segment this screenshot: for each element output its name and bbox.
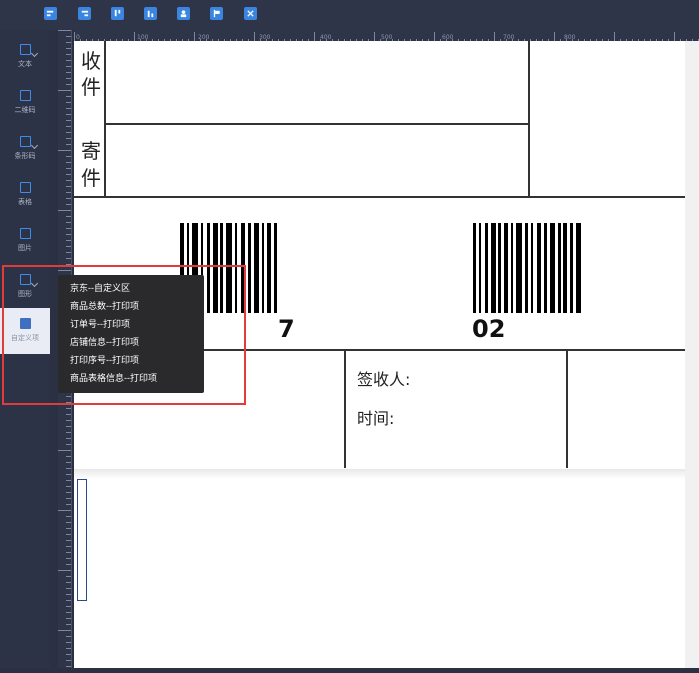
ruler-label: 700: [503, 34, 515, 41]
barcode-icon: [19, 136, 31, 147]
barcode-bar: [248, 223, 251, 313]
time-label: 时间:: [357, 409, 395, 428]
barcode-bar: [267, 223, 271, 313]
sender-label-2: 件: [81, 166, 101, 190]
person-icon[interactable]: [177, 7, 190, 20]
sidebar-item-qrcode[interactable]: 二维码: [0, 86, 50, 130]
selected-element-outline[interactable]: [77, 479, 87, 601]
vertical-scrollbar[interactable]: [685, 41, 699, 668]
barcode-bar: [504, 223, 508, 313]
divider: [105, 123, 529, 125]
barcode-bar: [511, 223, 513, 313]
qrcode-icon: [19, 90, 31, 101]
close-icon[interactable]: [244, 7, 257, 20]
sidebar-item-label: 二维码: [14, 107, 36, 114]
sidebar-item-label: 图片: [18, 245, 32, 252]
ruler-label: 0: [76, 34, 80, 41]
ruler-label: 300: [259, 34, 271, 41]
barcode-bar: [531, 223, 533, 313]
sidebar-item-barcode[interactable]: 条形码: [0, 132, 50, 176]
barcode-bar: [558, 223, 561, 313]
page-break: [74, 469, 699, 479]
highlight-annotation-box: [2, 265, 246, 405]
recipient-label-2: 件: [81, 75, 101, 99]
barcode-bar: [544, 223, 547, 313]
barcode-bar: [485, 223, 488, 313]
sidebar-item-label: 条形码: [14, 153, 36, 160]
barcode-bar: [525, 223, 528, 313]
barcode-bar: [537, 223, 541, 313]
ruler-label: 100: [137, 34, 149, 41]
barcode-bar: [516, 223, 522, 313]
divider: [74, 196, 685, 198]
chevron-down-icon: [30, 49, 39, 58]
barcode-bar: [479, 223, 481, 313]
ruler-label: 800: [564, 34, 576, 41]
barcode-right[interactable]: [473, 223, 601, 313]
barcode-left-number: 7: [278, 315, 295, 343]
table-icon: [19, 182, 31, 193]
barcode-bar: [550, 223, 555, 313]
barcode-bar: [576, 223, 581, 313]
text-icon: [19, 44, 31, 55]
barcode-bar: [491, 223, 496, 313]
ruler-label: 600: [442, 34, 454, 41]
barcode-right-number: 02: [472, 315, 506, 343]
sidebar-item-table[interactable]: 表格: [0, 178, 50, 222]
divider: [566, 350, 568, 468]
sender-label-1: 寄: [81, 139, 101, 163]
barcode-bar: [473, 223, 476, 313]
barcode-bar: [262, 223, 264, 313]
chevron-down-icon: [30, 141, 39, 150]
align-left-icon[interactable]: [44, 7, 57, 20]
barcode-bar: [274, 223, 277, 313]
align-top-icon[interactable]: [111, 7, 124, 20]
divider: [344, 350, 346, 468]
ruler-label: 400: [320, 34, 332, 41]
recipient-label-1: 收: [81, 49, 101, 73]
align-bottom-icon[interactable]: [144, 7, 157, 20]
sidebar-item-label: 文本: [18, 61, 32, 68]
sidebar-item-label: 表格: [18, 199, 32, 206]
ruler-label: 500: [381, 34, 393, 41]
sidebar-item-text[interactable]: 文本: [0, 40, 50, 84]
image-icon: [19, 228, 31, 239]
barcode-bar: [563, 223, 567, 313]
ruler-label: 200: [198, 34, 210, 41]
top-toolbar: [0, 0, 699, 30]
barcode-bar: [254, 223, 259, 313]
sign-label: 签收人:: [357, 370, 411, 389]
align-right-icon[interactable]: [78, 7, 91, 20]
flag-icon[interactable]: [210, 7, 223, 20]
divider: [528, 41, 530, 197]
divider: [104, 41, 106, 197]
barcode-bar: [498, 223, 501, 313]
sidebar-item-image[interactable]: 图片: [0, 224, 50, 268]
barcode-bar: [570, 223, 573, 313]
